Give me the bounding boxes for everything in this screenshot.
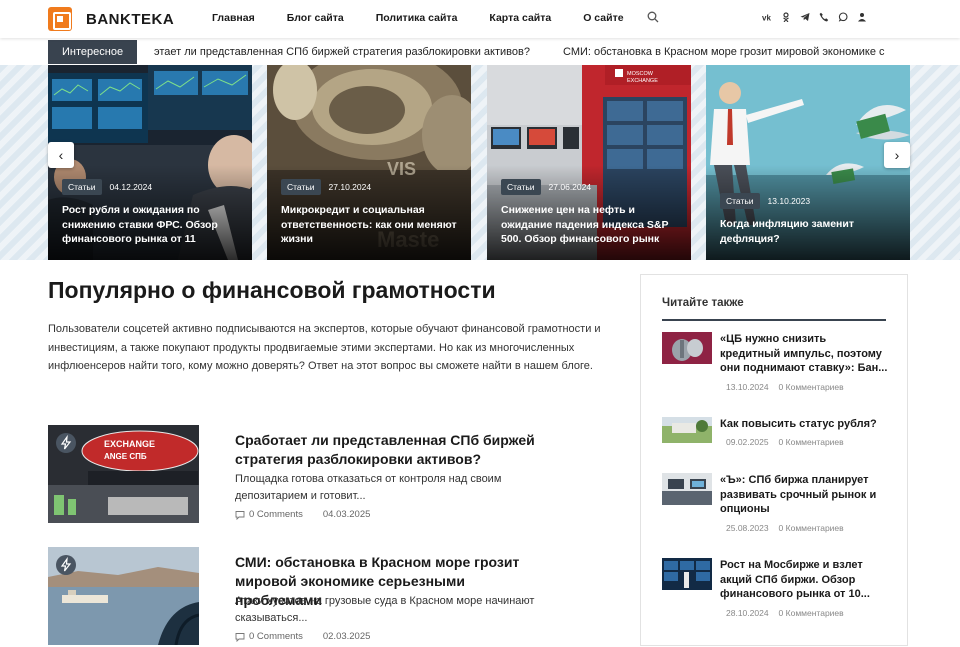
ticker-items: этает ли представленная СПб биржей страт…	[154, 40, 914, 64]
post-thumbnail[interactable]: EXCHANGE ANGE СПБ	[48, 425, 199, 523]
sidebar-item-title[interactable]: «ЦБ нужно снизить кредитный импульс, поэ…	[720, 332, 888, 376]
slider-prev-button[interactable]: ‹	[48, 142, 74, 168]
sidebar-item-comments[interactable]: 0 Комментариев	[779, 382, 844, 392]
featured-slider: Статьи 04.12.2024 Рост рубля и ожидания …	[0, 65, 960, 260]
slide-title[interactable]: Снижение цен на нефть и ожидание падения…	[501, 203, 679, 247]
lightning-icon	[56, 433, 76, 453]
slide-card[interactable]: Статьи 04.12.2024 Рост рубля и ожидания …	[48, 65, 252, 260]
nav-about[interactable]: О сайте	[583, 12, 623, 24]
sidebar-thumbnail[interactable]	[662, 473, 712, 505]
post-excerpt: Площадка готова отказаться от контроля н…	[235, 473, 502, 502]
sidebar-item-title[interactable]: Как повысить статус рубля?	[720, 417, 888, 432]
category-badge[interactable]: Статьи	[720, 193, 760, 209]
sidebar-item-date: 25.08.2023	[726, 523, 769, 533]
logo-icon	[48, 7, 72, 31]
sidebar-thumbnail[interactable]	[662, 417, 712, 443]
sidebar-item-date: 28.10.2024	[726, 608, 769, 618]
social-links: vk	[762, 12, 867, 22]
svg-text:EXCHANGE: EXCHANGE	[627, 78, 658, 84]
slider-next-button[interactable]: ›	[884, 142, 910, 168]
sidebar-thumbnail[interactable]	[662, 558, 712, 590]
main-nav: Главная Блог сайта Политика сайта Карта …	[212, 12, 656, 24]
nav-home[interactable]: Главная	[212, 12, 255, 24]
page-title: Популярно о финансовой грамотности	[48, 277, 496, 303]
slide-card[interactable]: Статьи 13.10.2023 Когда инфляцию заменит…	[706, 65, 910, 260]
slide-title[interactable]: Рост рубля и ожидания по снижению ставки…	[62, 203, 240, 247]
page-description: Пользователи соцсетей активно подписываю…	[48, 323, 601, 372]
user-icon[interactable]	[857, 12, 867, 22]
sidebar-item-date: 13.10.2024	[726, 382, 769, 392]
svg-text:ANGE СПБ: ANGE СПБ	[104, 452, 147, 461]
comment-icon	[235, 510, 245, 520]
post-title[interactable]: Сработает ли представленная СПб биржей с…	[235, 431, 555, 469]
slide-date: 27.10.2024	[328, 182, 372, 192]
ticker-label: Интересное	[48, 40, 138, 64]
post-comments[interactable]: 0 Comments	[249, 631, 303, 642]
slide-title[interactable]: Микрокредит и социальная ответственность…	[281, 203, 459, 247]
post-card: EXCHANGE ANGE СПБ Сработает ли представл…	[48, 425, 608, 525]
slide-date: 04.12.2024	[109, 182, 153, 192]
post-date: 02.03.2025	[322, 631, 371, 642]
chevron-left-icon: ‹	[58, 147, 64, 163]
slide-date: 27.06.2024	[548, 182, 592, 192]
sidebar-thumbnail[interactable]	[662, 332, 712, 364]
vk-icon[interactable]: vk	[762, 12, 772, 23]
logo-text: BANKTEKA	[86, 10, 175, 28]
phone-icon[interactable]	[819, 12, 829, 22]
lightning-icon	[56, 555, 76, 575]
nav-blog[interactable]: Блог сайта	[287, 12, 344, 24]
post-thumbnail[interactable]	[48, 547, 199, 645]
ticker-item[interactable]: этает ли представленная СПб биржей страт…	[154, 46, 530, 58]
read-also-sidebar: Читайте также «ЦБ нужно снизить кредитны…	[640, 274, 908, 646]
post-date: 04.03.2025	[322, 509, 371, 520]
post-excerpt: Атаки хуситов на грузовые суда в Красном…	[235, 595, 535, 624]
news-ticker: Интересное этает ли представленная СПб б…	[0, 40, 960, 64]
post-comments[interactable]: 0 Comments	[249, 509, 303, 520]
nav-sitemap[interactable]: Карта сайта	[489, 12, 551, 24]
telegram-icon[interactable]	[800, 12, 810, 22]
sidebar-item-title[interactable]: Рост на Мосбирже и взлет акций СПб биржи…	[720, 558, 888, 602]
sidebar-item-title[interactable]: «Ъ»: СПб биржа планирует развивать срочн…	[720, 473, 888, 517]
whatsapp-icon[interactable]	[838, 12, 848, 22]
odnoklassniki-icon[interactable]	[781, 12, 791, 22]
slide-date: 13.10.2023	[767, 196, 811, 206]
ticker-item[interactable]: СМИ: обстановка в Красном море грозит ми…	[563, 46, 884, 58]
site-logo[interactable]: BANKTEKA	[48, 7, 174, 31]
category-badge[interactable]: Статьи	[281, 179, 321, 195]
slide-card[interactable]: Maste VIS Статьи 27.10.2024 Микрокредит …	[267, 65, 471, 260]
category-badge[interactable]: Статьи	[62, 179, 102, 195]
slide-card[interactable]: MOSCOW EXCHANGE Статьи 27.06.2024 Снижен…	[487, 65, 691, 260]
post-card: СМИ: обстановка в Красном море грозит ми…	[48, 547, 608, 647]
comment-icon	[235, 632, 245, 642]
chevron-right-icon: ›	[894, 147, 900, 163]
sidebar-heading: Читайте также	[662, 297, 744, 309]
svg-text:MOSCOW: MOSCOW	[627, 71, 654, 77]
sidebar-divider	[662, 319, 886, 321]
nav-policy[interactable]: Политика сайта	[376, 12, 458, 24]
search-icon[interactable]	[647, 11, 659, 23]
slide-title[interactable]: Когда инфляцию заменит дефляция?	[720, 217, 898, 246]
category-badge[interactable]: Статьи	[501, 179, 541, 195]
sidebar-item-date: 09.02.2025	[726, 437, 769, 447]
svg-text:EXCHANGE: EXCHANGE	[104, 439, 155, 449]
sidebar-item-comments[interactable]: 0 Комментариев	[779, 608, 844, 618]
site-header: BANKTEKA Главная Блог сайта Политика сай…	[0, 0, 960, 38]
sidebar-item-comments[interactable]: 0 Комментариев	[779, 523, 844, 533]
svg-text:vk: vk	[762, 14, 771, 23]
sidebar-item-comments[interactable]: 0 Комментариев	[779, 437, 844, 447]
